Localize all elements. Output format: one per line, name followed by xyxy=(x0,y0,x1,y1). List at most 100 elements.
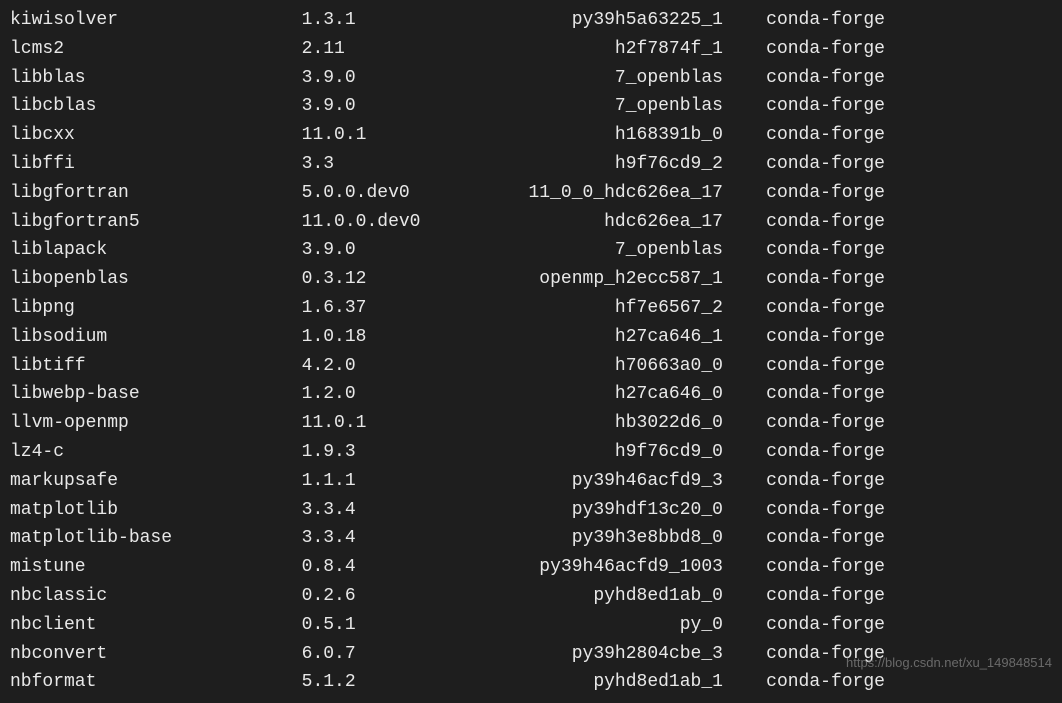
package-row: matplotlib 3.3.4 py39hdf13c20_0 conda-fo… xyxy=(10,496,1052,525)
package-channel: conda-forge xyxy=(723,10,885,30)
package-build: py39h46acfd9_1003 xyxy=(485,557,723,577)
package-name: kiwisolver xyxy=(10,10,302,30)
package-version: 3.3.4 xyxy=(302,500,486,520)
package-name: libtiff xyxy=(10,356,302,376)
package-version: 3.9.0 xyxy=(302,68,486,88)
package-name: matplotlib-base xyxy=(10,528,302,548)
package-build: py39h3e8bbd8_0 xyxy=(485,528,723,548)
package-channel: conda-forge xyxy=(723,384,885,404)
package-version: 0.8.4 xyxy=(302,557,486,577)
package-row: matplotlib-base 3.3.4 py39h3e8bbd8_0 con… xyxy=(10,524,1052,553)
package-row: markupsafe 1.1.1 py39h46acfd9_3 conda-fo… xyxy=(10,467,1052,496)
package-build: h9f76cd9_0 xyxy=(485,442,723,462)
package-build: 11_0_0_hdc626ea_17 xyxy=(485,183,723,203)
package-channel: conda-forge xyxy=(723,557,885,577)
package-channel: conda-forge xyxy=(723,356,885,376)
package-row: nbclient 0.5.1 py_0 conda-forge xyxy=(10,611,1052,640)
package-row: lz4-c 1.9.3 h9f76cd9_0 conda-forge xyxy=(10,438,1052,467)
package-row: nbclassic 0.2.6 pyhd8ed1ab_0 conda-forge xyxy=(10,582,1052,611)
package-build: py39hdf13c20_0 xyxy=(485,500,723,520)
package-name: markupsafe xyxy=(10,471,302,491)
package-channel: conda-forge xyxy=(723,528,885,548)
package-build: h9f76cd9_2 xyxy=(485,154,723,174)
package-build: h27ca646_1 xyxy=(485,327,723,347)
package-name: libcxx xyxy=(10,125,302,145)
terminal-output: kiwisolver 1.3.1 py39h5a63225_1 conda-fo… xyxy=(0,0,1062,703)
package-row: libgfortran 5.0.0.dev0 11_0_0_hdc626ea_1… xyxy=(10,179,1052,208)
package-name: lz4-c xyxy=(10,442,302,462)
package-version: 3.9.0 xyxy=(302,240,486,260)
package-build: hb3022d6_0 xyxy=(485,413,723,433)
package-channel: conda-forge xyxy=(723,327,885,347)
package-row: llvm-openmp 11.0.1 hb3022d6_0 conda-forg… xyxy=(10,409,1052,438)
package-name: matplotlib xyxy=(10,500,302,520)
package-row: libgfortran5 11.0.0.dev0 hdc626ea_17 con… xyxy=(10,208,1052,237)
package-name: liblapack xyxy=(10,240,302,260)
package-name: mistune xyxy=(10,557,302,577)
package-build: h2f7874f_1 xyxy=(485,39,723,59)
package-version: 0.5.1 xyxy=(302,615,486,635)
package-row: libblas 3.9.0 7_openblas conda-forge xyxy=(10,64,1052,93)
package-version: 11.0.1 xyxy=(302,413,486,433)
package-channel: conda-forge xyxy=(723,125,885,145)
package-channel: conda-forge xyxy=(723,96,885,116)
package-name: nbclient xyxy=(10,615,302,635)
package-version: 4.2.0 xyxy=(302,356,486,376)
package-build: h70663a0_0 xyxy=(485,356,723,376)
package-build: h168391b_0 xyxy=(485,125,723,145)
package-name: lcms2 xyxy=(10,39,302,59)
package-row: libtiff 4.2.0 h70663a0_0 conda-forge xyxy=(10,352,1052,381)
package-version: 5.1.2 xyxy=(302,672,486,692)
package-channel: conda-forge xyxy=(723,413,885,433)
package-version: 1.1.1 xyxy=(302,471,486,491)
package-build: py_0 xyxy=(485,615,723,635)
package-row: libcblas 3.9.0 7_openblas conda-forge xyxy=(10,92,1052,121)
package-version: 3.9.0 xyxy=(302,96,486,116)
package-version: 2.11 xyxy=(302,39,486,59)
package-version: 3.3 xyxy=(302,154,486,174)
package-version: 1.2.0 xyxy=(302,384,486,404)
package-name: llvm-openmp xyxy=(10,413,302,433)
package-build: 7_openblas xyxy=(485,240,723,260)
package-build: h27ca646_0 xyxy=(485,384,723,404)
package-channel: conda-forge xyxy=(723,68,885,88)
package-version: 1.3.1 xyxy=(302,10,486,30)
package-channel: conda-forge xyxy=(723,183,885,203)
package-name: libffi xyxy=(10,154,302,174)
package-row: libsodium 1.0.18 h27ca646_1 conda-forge xyxy=(10,323,1052,352)
package-build: py39h46acfd9_3 xyxy=(485,471,723,491)
package-channel: conda-forge xyxy=(723,615,885,635)
package-channel: conda-forge xyxy=(723,240,885,260)
package-channel: conda-forge xyxy=(723,298,885,318)
package-name: libgfortran xyxy=(10,183,302,203)
package-channel: conda-forge xyxy=(723,586,885,606)
package-version: 11.0.1 xyxy=(302,125,486,145)
package-row: libopenblas 0.3.12 openmp_h2ecc587_1 con… xyxy=(10,265,1052,294)
package-row: libpng 1.6.37 hf7e6567_2 conda-forge xyxy=(10,294,1052,323)
package-version: 1.0.18 xyxy=(302,327,486,347)
package-channel: conda-forge xyxy=(723,269,885,289)
package-name: libsodium xyxy=(10,327,302,347)
package-build: 7_openblas xyxy=(485,96,723,116)
package-row: kiwisolver 1.3.1 py39h5a63225_1 conda-fo… xyxy=(10,6,1052,35)
package-version: 1.6.37 xyxy=(302,298,486,318)
package-row: mistune 0.8.4 py39h46acfd9_1003 conda-fo… xyxy=(10,553,1052,582)
package-channel: conda-forge xyxy=(723,39,885,59)
package-channel: conda-forge xyxy=(723,212,885,232)
package-name: libblas xyxy=(10,68,302,88)
package-build: py39h5a63225_1 xyxy=(485,10,723,30)
package-version: 0.2.6 xyxy=(302,586,486,606)
package-row: lcms2 2.11 h2f7874f_1 conda-forge xyxy=(10,35,1052,64)
package-build: hf7e6567_2 xyxy=(485,298,723,318)
package-build: pyhd8ed1ab_0 xyxy=(485,586,723,606)
package-build: hdc626ea_17 xyxy=(485,212,723,232)
package-name: libopenblas xyxy=(10,269,302,289)
package-name: nbformat xyxy=(10,672,302,692)
package-version: 1.9.3 xyxy=(302,442,486,462)
package-row: libffi 3.3 h9f76cd9_2 conda-forge xyxy=(10,150,1052,179)
package-channel: conda-forge xyxy=(723,442,885,462)
package-channel: conda-forge xyxy=(723,471,885,491)
package-name: libcblas xyxy=(10,96,302,116)
package-name: libpng xyxy=(10,298,302,318)
package-row: libcxx 11.0.1 h168391b_0 conda-forge xyxy=(10,121,1052,150)
